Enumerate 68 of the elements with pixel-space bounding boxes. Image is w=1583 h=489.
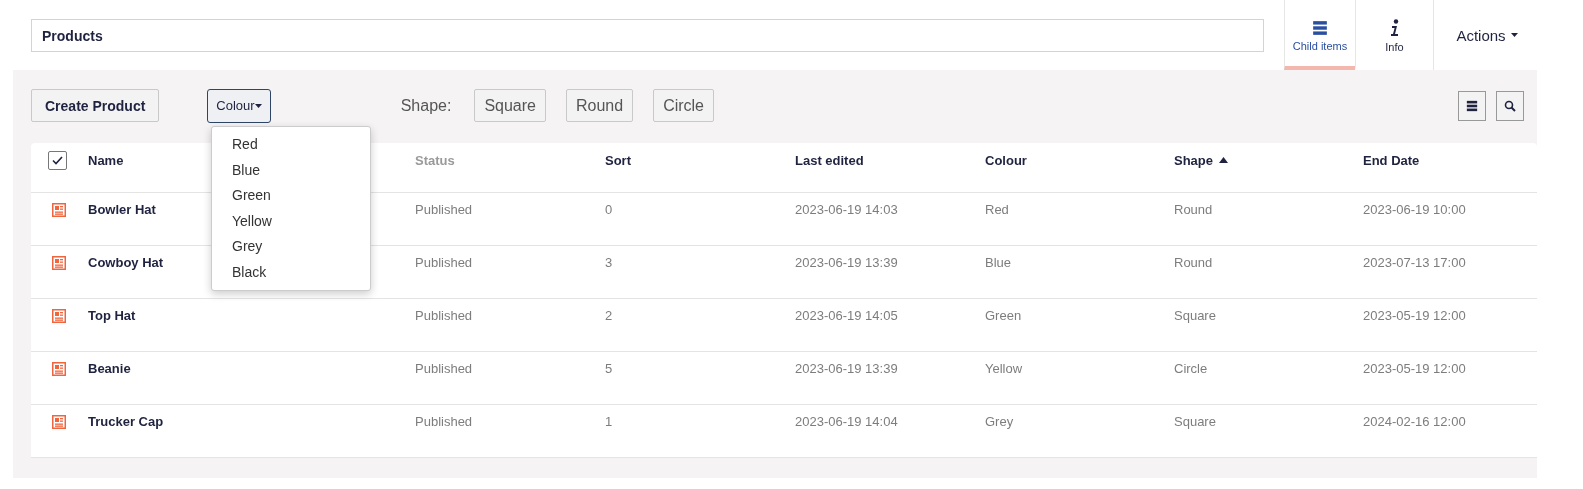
select-all-checkbox[interactable] [48,150,67,170]
shape-filter-button[interactable]: Square [474,89,546,122]
table-cell-text: Published [415,414,474,430]
shape-filter-button[interactable]: Round [565,89,634,122]
table-cell-text: 2023-05-19 12:00 [1363,308,1467,324]
info-icon [1389,19,1400,37]
colour-dropdown[interactable]: Colour [207,88,271,123]
menu-item[interactable]: Grey [212,234,370,260]
table-cell-text: Published [415,255,474,271]
table-cell-text: 2023-06-19 13:39 [795,255,899,271]
search-icon [1504,99,1516,112]
table-cell-text: 2023-06-19 14:03 [795,202,899,218]
menu-item[interactable]: Black [212,259,370,285]
document-icon [52,255,66,270]
table-cell-text: Red [985,202,1010,218]
table-cell-text: Published [415,308,474,324]
product-name[interactable]: Beanie [88,361,415,377]
list-view-button[interactable] [1458,90,1486,121]
caret-icon [254,103,262,108]
table-cell-text: 2023-05-19 12:00 [1363,361,1467,377]
menu-item[interactable]: Red [212,132,370,158]
table-cell-text: 2024-02-16 12:00 [1363,414,1467,430]
table-cell-text: Blue [985,255,1013,271]
table-cell-text: Published [415,361,474,377]
title-field[interactable]: Products [31,19,1264,52]
table-cell-text: Circle [1174,361,1209,377]
table-cell-text: Published [415,202,474,218]
document-icon [52,414,66,429]
column-header[interactable]: End Date [1363,152,1537,168]
document-icon [52,308,66,323]
table-cell-text: Round [1174,255,1214,271]
table-cell-text: Yellow [985,361,1024,377]
table-cell-text: 5 [605,361,614,377]
table-cell-text: 2023-06-19 14:05 [795,308,899,324]
product-name[interactable]: Trucker Cap [88,414,415,430]
menu-item[interactable]: Blue [212,157,370,183]
menu-item[interactable]: Green [212,183,370,209]
menu-item[interactable]: Yellow [212,208,370,234]
search-button[interactable] [1496,90,1524,121]
table-cell-text: 1 [605,414,614,430]
tab[interactable]: Child items [1284,0,1355,70]
document-icon [52,202,66,217]
shape-label: Shape: [400,96,452,115]
table-cell-text: 2023-06-19 10:00 [1363,202,1467,218]
table-cell-text: 2023-07-13 17:00 [1363,255,1467,271]
table-cell-text: Grey [985,414,1015,430]
table-cell-text: Square [1174,414,1217,430]
document-icon [52,361,66,376]
check-icon [52,155,63,165]
column-header[interactable]: Shape [1174,152,1363,168]
column-header: Status [415,152,456,168]
table-cell-text: Square [1174,308,1217,324]
table-cell-text: 2023-06-19 13:39 [795,361,899,377]
table-cell-text: 2023-06-19 14:04 [795,414,899,430]
table-cell-text: 3 [605,255,614,271]
column-header[interactable]: Sort [605,152,795,168]
create-button[interactable]: Create Product [31,89,160,122]
table-cell-text: 2 [605,308,614,324]
shape-filter-button[interactable]: Circle [653,89,714,122]
column-header[interactable]: Last edited [795,152,985,168]
caret-icon [1510,33,1518,37]
product-name[interactable]: Top Hat [88,308,415,324]
column-header[interactable]: Colour [985,152,1174,168]
list-icon [1466,99,1478,112]
table-cell-text: 0 [605,202,614,218]
table-cell-text: Round [1174,202,1214,218]
list-icon [1312,20,1328,36]
table-cell-text: Green [985,308,1023,324]
